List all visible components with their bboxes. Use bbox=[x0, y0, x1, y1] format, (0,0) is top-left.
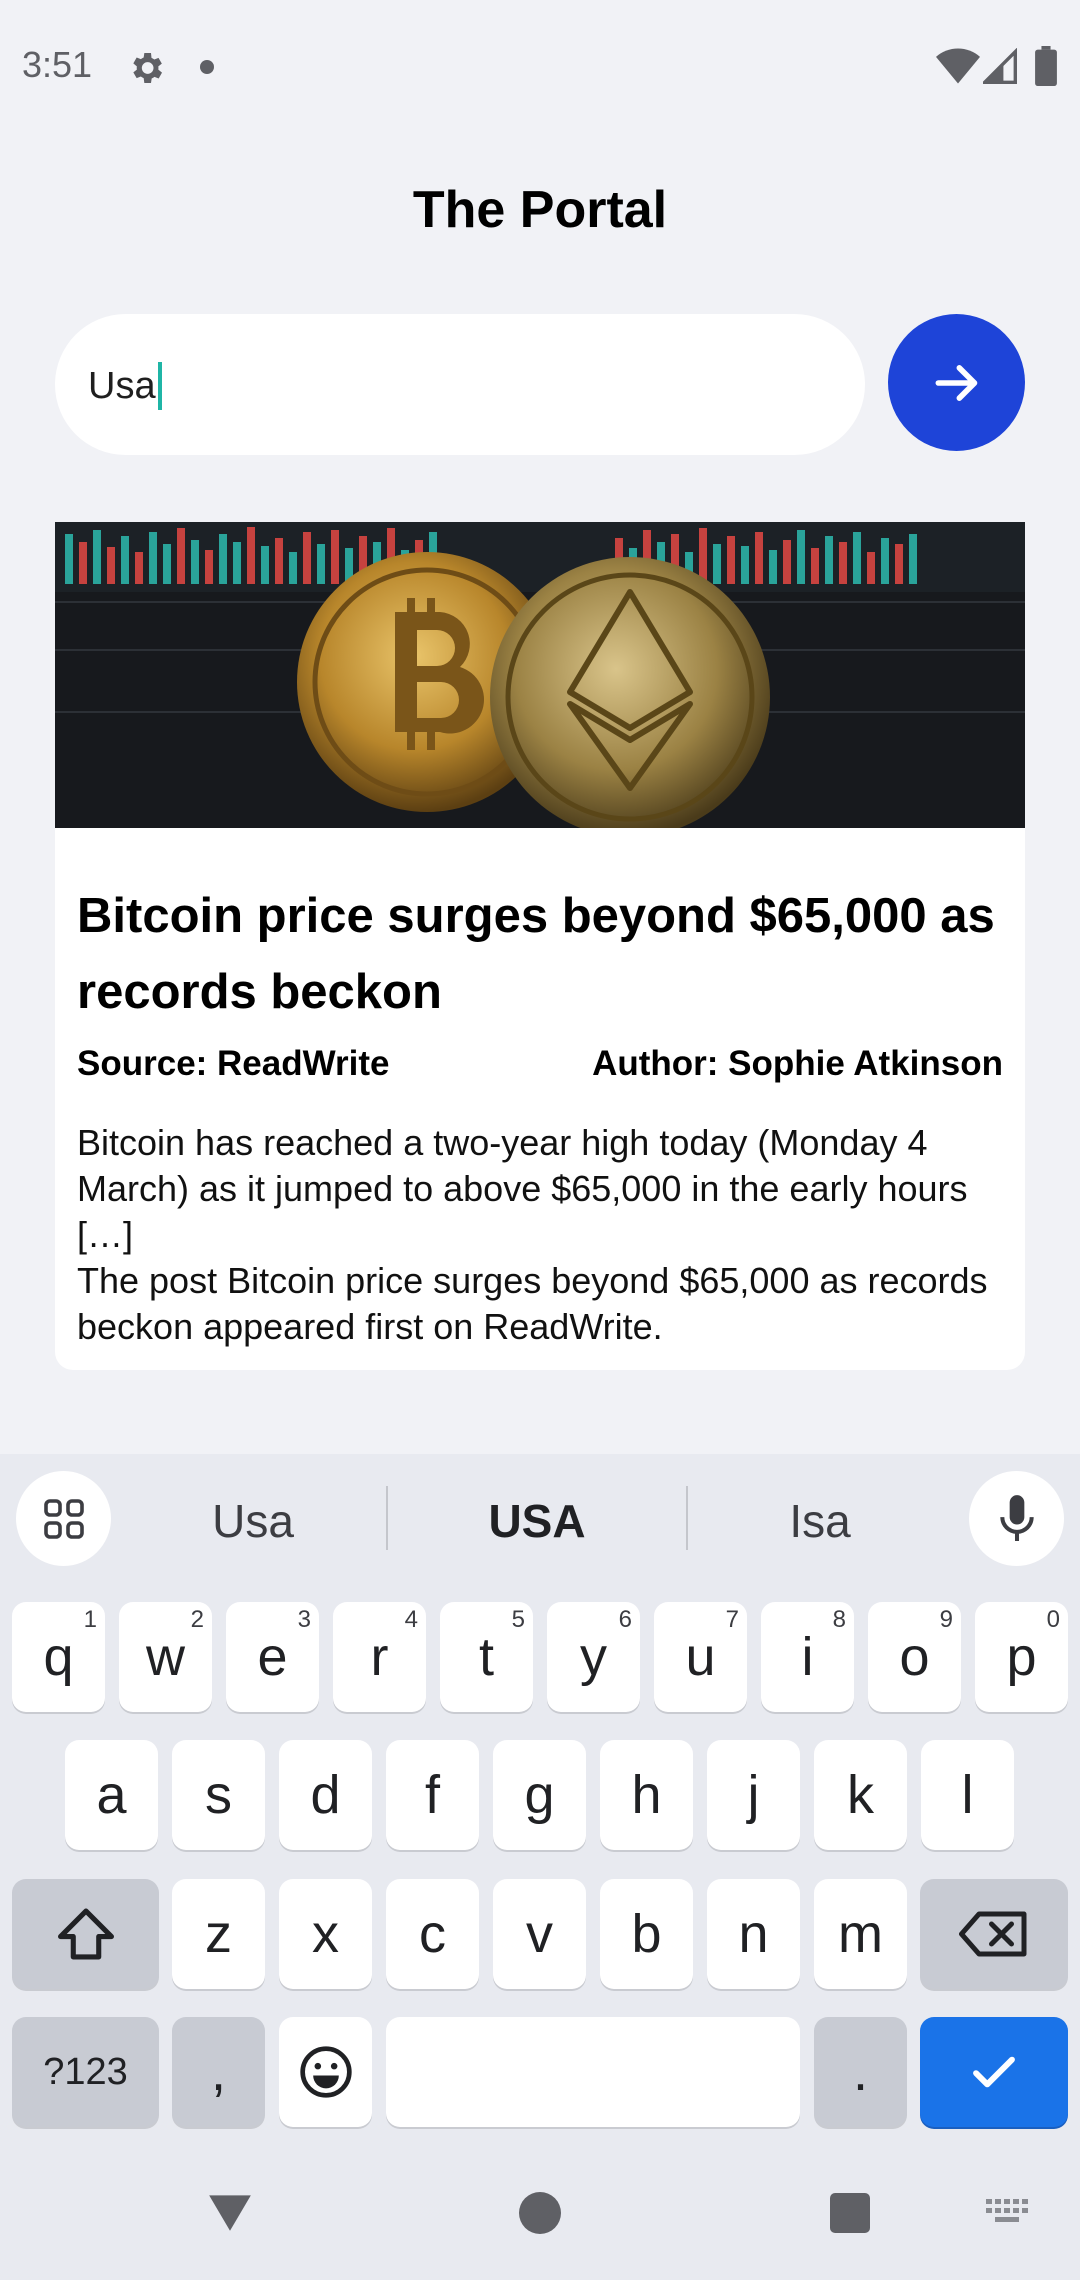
key-label: i bbox=[801, 1627, 814, 1687]
key-label: o bbox=[899, 1627, 930, 1687]
key-hint: 9 bbox=[939, 1606, 953, 1633]
page-title: The Portal bbox=[412, 181, 668, 239]
symbols-key[interactable]: ?123 bbox=[12, 2017, 159, 2127]
suggestion-2[interactable]: USA bbox=[397, 1494, 677, 1548]
emoji-icon bbox=[299, 2046, 352, 2098]
key-m[interactable]: m bbox=[814, 1879, 907, 1989]
key-b[interactable]: b bbox=[600, 1879, 693, 1989]
key-x[interactable]: x bbox=[279, 1879, 372, 1989]
keyboard-menu-button[interactable] bbox=[16, 1471, 111, 1566]
enter-key[interactable] bbox=[920, 2017, 1068, 2127]
key-h[interactable]: h bbox=[600, 1740, 693, 1850]
crypto-coins-image bbox=[55, 522, 1025, 828]
shift-icon bbox=[57, 1908, 114, 1960]
key-s[interactable]: s bbox=[172, 1740, 265, 1850]
key-z[interactable]: z bbox=[172, 1879, 265, 1989]
space-key[interactable] bbox=[386, 2017, 800, 2127]
key-p[interactable]: p0 bbox=[975, 1602, 1068, 1712]
notification-dot-icon bbox=[200, 60, 214, 74]
key-label: e bbox=[257, 1627, 288, 1687]
status-time: 3:51 bbox=[22, 44, 93, 85]
key-e[interactable]: e3 bbox=[226, 1602, 319, 1712]
suggestion-1[interactable]: Usa bbox=[113, 1494, 393, 1548]
keyboard-switch-icon[interactable] bbox=[986, 2198, 1030, 2228]
key-hint: 3 bbox=[297, 1606, 311, 1633]
status-bar: 3:51 bbox=[0, 0, 1080, 135]
article-source: Source: ReadWrite bbox=[77, 1044, 390, 1083]
voice-input-button[interactable] bbox=[969, 1471, 1064, 1566]
microphone-icon bbox=[999, 1494, 1034, 1541]
key-label: w bbox=[146, 1627, 185, 1687]
key-label: r bbox=[370, 1627, 389, 1687]
key-label: y bbox=[580, 1627, 607, 1687]
article-description: Bitcoin has reached a two-year high toda… bbox=[77, 1122, 988, 1347]
home-button[interactable] bbox=[519, 2192, 561, 2234]
key-k[interactable]: k bbox=[814, 1740, 907, 1850]
key-hint: 2 bbox=[190, 1606, 204, 1633]
key-o[interactable]: o9 bbox=[868, 1602, 961, 1712]
article-card[interactable]: Bitcoin price surges beyond $65,000 as r… bbox=[55, 522, 1025, 1370]
article-title: Bitcoin price surges beyond $65,000 as r… bbox=[77, 889, 995, 1019]
signal-icon bbox=[983, 48, 1017, 84]
key-hint: 5 bbox=[511, 1606, 525, 1633]
key-i[interactable]: i8 bbox=[761, 1602, 854, 1712]
period-key[interactable]: . bbox=[814, 2017, 907, 2127]
key-y[interactable]: y6 bbox=[547, 1602, 640, 1712]
battery-icon bbox=[1035, 46, 1057, 86]
key-g[interactable]: g bbox=[493, 1740, 586, 1850]
key-hint: 6 bbox=[618, 1606, 632, 1633]
backspace-key[interactable] bbox=[920, 1879, 1068, 1989]
key-hint: 4 bbox=[404, 1606, 418, 1633]
key-q[interactable]: q1 bbox=[12, 1602, 105, 1712]
back-triangle-icon[interactable] bbox=[205, 2190, 255, 2234]
arrow-right-icon bbox=[935, 364, 977, 401]
key-t[interactable]: t5 bbox=[440, 1602, 533, 1712]
key-label: t bbox=[478, 1627, 494, 1687]
key-a[interactable]: a bbox=[65, 1740, 158, 1850]
checkmark-icon bbox=[973, 2056, 1015, 2088]
key-label: q bbox=[43, 1627, 74, 1687]
system-nav-bar bbox=[0, 2160, 1080, 2280]
wifi-icon bbox=[936, 48, 980, 84]
key-d[interactable]: d bbox=[279, 1740, 372, 1850]
key-hint: 8 bbox=[832, 1606, 846, 1633]
key-label: u bbox=[685, 1627, 716, 1687]
on-screen-keyboard bbox=[0, 1454, 1080, 2280]
recents-button[interactable] bbox=[830, 2193, 870, 2233]
shift-key[interactable] bbox=[12, 1879, 159, 1989]
text-cursor bbox=[157, 362, 162, 410]
emoji-key[interactable] bbox=[279, 2017, 372, 2127]
key-n[interactable]: n bbox=[707, 1879, 800, 1989]
key-label: p bbox=[1006, 1627, 1037, 1687]
suggestion-3[interactable]: Isa bbox=[680, 1494, 960, 1548]
key-c[interactable]: c bbox=[386, 1879, 479, 1989]
gear-icon bbox=[133, 53, 162, 83]
suggestion-divider bbox=[386, 1486, 388, 1550]
key-hint: 7 bbox=[725, 1606, 739, 1633]
search-input[interactable]: Usa bbox=[55, 314, 865, 455]
apps-grid-icon bbox=[43, 1498, 84, 1539]
comma-key[interactable]: , bbox=[172, 2017, 265, 2127]
key-hint: 0 bbox=[1046, 1606, 1060, 1633]
key-v[interactable]: v bbox=[493, 1879, 586, 1989]
key-j[interactable]: j bbox=[707, 1740, 800, 1850]
search-input-value: Usa bbox=[88, 364, 156, 407]
key-f[interactable]: f bbox=[386, 1740, 479, 1850]
key-w[interactable]: w2 bbox=[119, 1602, 212, 1712]
key-hint: 1 bbox=[83, 1606, 97, 1633]
key-u[interactable]: u7 bbox=[654, 1602, 747, 1712]
search-submit-button[interactable] bbox=[888, 314, 1025, 451]
backspace-icon bbox=[959, 1911, 1027, 1957]
article-author: Author: Sophie Atkinson bbox=[592, 1044, 1003, 1083]
key-l[interactable]: l bbox=[921, 1740, 1014, 1850]
key-r[interactable]: r4 bbox=[333, 1602, 426, 1712]
